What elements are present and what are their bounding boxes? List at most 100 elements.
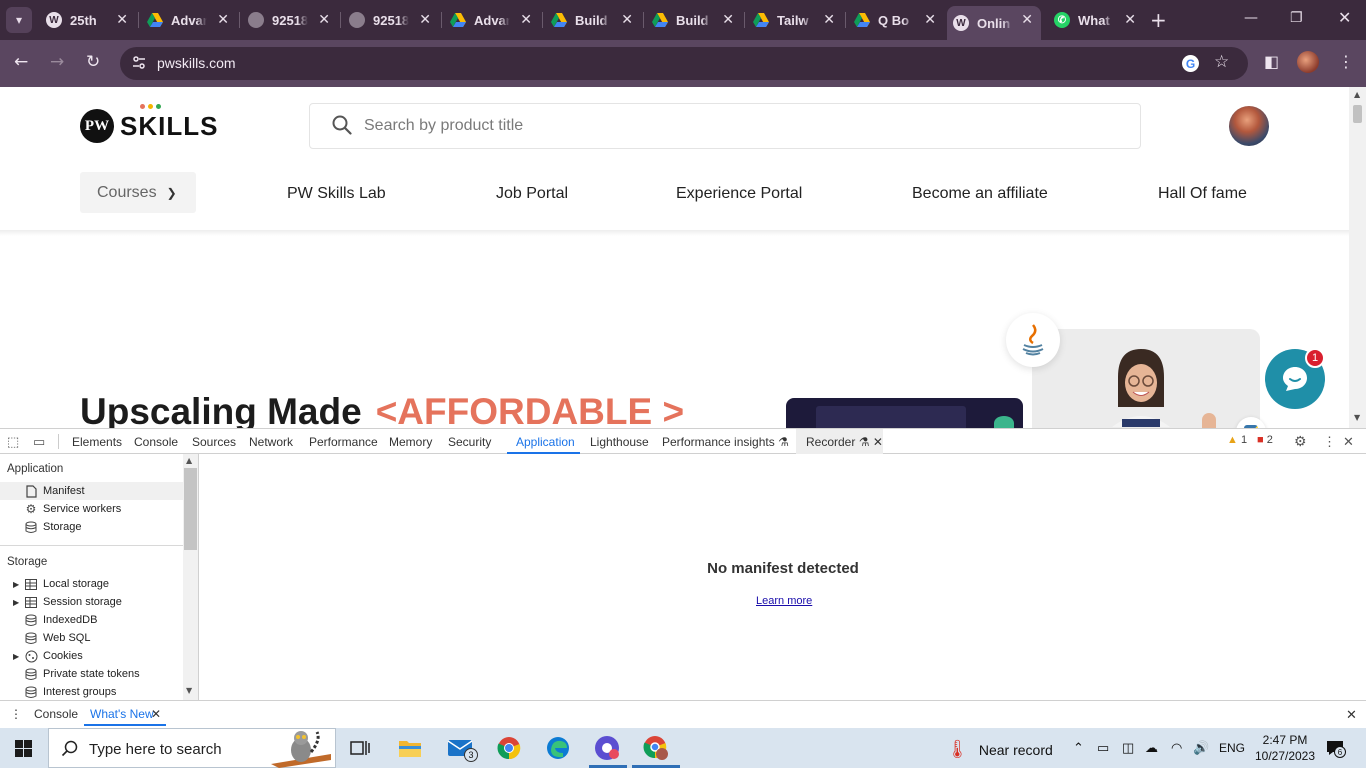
minimize-icon[interactable]: — xyxy=(1244,10,1258,26)
browser-tab-7[interactable]: Build ✕ xyxy=(646,6,742,34)
taskbar-search-box[interactable]: Type here to search xyxy=(48,728,336,768)
close-tab-icon[interactable]: ✕ xyxy=(217,11,229,28)
bookmark-star-icon[interactable]: ☆ xyxy=(1214,52,1229,72)
profile-avatar[interactable] xyxy=(1297,51,1319,73)
browser-tab-6[interactable]: Build ✕ xyxy=(545,6,641,34)
wifi-icon[interactable]: ◠ xyxy=(1171,740,1182,756)
tab-performance-insights[interactable]: Performance insights ⚗ xyxy=(662,435,789,449)
errors-counter[interactable]: ■ 2 xyxy=(1257,434,1273,446)
windows-start-icon[interactable] xyxy=(15,740,32,757)
device-icon[interactable]: ▭ xyxy=(1097,740,1109,756)
sidebar-item-local-storage[interactable]: ▶ Local storage xyxy=(0,575,183,593)
close-tab-icon[interactable]: ✕ xyxy=(520,11,532,28)
forward-icon[interactable]: → xyxy=(50,52,64,72)
tab-lighthouse[interactable]: Lighthouse xyxy=(590,435,649,449)
close-tab-icon[interactable]: ✕ xyxy=(1124,11,1136,28)
tab-sources[interactable]: Sources xyxy=(192,435,236,449)
nav-hall-of-fame[interactable]: Hall Of fame xyxy=(1158,174,1247,214)
close-tab-icon[interactable]: ✕ xyxy=(722,11,734,28)
chrome-profile-app-icon[interactable] xyxy=(593,734,621,762)
warnings-counter[interactable]: ▲ 1 xyxy=(1227,434,1247,446)
drawer-tab-console[interactable]: Console xyxy=(34,707,78,721)
page-scrollbar[interactable]: ▲ ▼ xyxy=(1349,87,1366,428)
close-tab-icon[interactable]: ✕ xyxy=(318,11,330,28)
site-info-icon[interactable] xyxy=(132,55,146,71)
onedrive-cloud-icon[interactable]: ☁ xyxy=(1145,740,1158,756)
sidebar-item-cookies[interactable]: ▶ Cookies xyxy=(0,647,183,665)
close-tab-icon[interactable]: ✕ xyxy=(116,11,128,28)
device-toolbar-icon[interactable]: ▭ xyxy=(33,434,45,450)
close-tab-icon[interactable]: ✕ xyxy=(151,707,161,721)
browser-tab-11[interactable]: ✆ What ✕ xyxy=(1048,6,1144,34)
tab-security[interactable]: Security xyxy=(448,435,491,449)
browser-tab-4[interactable]: 92518 ✕ xyxy=(343,6,439,34)
edge-icon[interactable] xyxy=(544,734,572,762)
meet-now-icon[interactable]: ◫ xyxy=(1122,740,1134,756)
tab-application[interactable]: Application xyxy=(516,435,575,449)
drawer-menu-icon[interactable]: ⋮ xyxy=(10,707,22,721)
close-drawer-icon[interactable]: ✕ xyxy=(1346,707,1357,723)
browser-tab-active[interactable]: W Onlin ✕ xyxy=(947,6,1041,40)
file-explorer-icon[interactable] xyxy=(396,734,424,762)
show-hidden-icons-chevron-icon[interactable]: ⌃ xyxy=(1073,740,1084,756)
close-tab-icon[interactable]: ✕ xyxy=(621,11,633,28)
back-icon[interactable]: ← xyxy=(14,52,28,72)
browser-tab-8[interactable]: Tailw ✕ xyxy=(747,6,843,34)
tab-recorder[interactable]: Recorder ⚗ ✕ xyxy=(806,435,883,449)
mail-icon[interactable]: 3 xyxy=(446,734,478,762)
sidebar-item-storage[interactable]: Storage xyxy=(0,518,183,536)
close-tab-icon[interactable]: ✕ xyxy=(823,11,835,28)
nav-experience-portal[interactable]: Experience Portal xyxy=(676,174,802,214)
expand-arrow-icon[interactable]: ▶ xyxy=(13,580,19,589)
sidebar-item-indexeddb[interactable]: IndexedDB xyxy=(0,611,183,629)
browser-tab-1[interactable]: W 25th ✕ xyxy=(40,6,136,34)
tab-search-button[interactable]: ▾ xyxy=(6,7,32,33)
tab-memory[interactable]: Memory xyxy=(389,435,432,449)
volume-icon[interactable]: 🔊 xyxy=(1193,740,1209,756)
close-tab-icon[interactable]: ✕ xyxy=(419,11,431,28)
close-window-icon[interactable]: ✕ xyxy=(1338,8,1351,27)
sidebar-item-web-sql[interactable]: Web SQL xyxy=(0,629,183,647)
language-indicator[interactable]: ENG xyxy=(1219,741,1245,755)
sidebar-scroll-thumb[interactable] xyxy=(184,468,197,550)
sidebar-item-service-workers[interactable]: ⚙ Service workers xyxy=(0,500,183,518)
nav-job-portal[interactable]: Job Portal xyxy=(496,174,568,214)
restore-icon[interactable]: ❐ xyxy=(1290,10,1303,26)
task-view-icon[interactable] xyxy=(346,734,374,762)
sidebar-scrollbar[interactable]: ▲ ▼ xyxy=(183,454,198,700)
taskbar-clock[interactable]: 2:47 PM 10/27/2023 xyxy=(1249,732,1321,764)
chrome-active-window-icon[interactable] xyxy=(642,734,670,762)
courses-dropdown[interactable]: Courses ❯ xyxy=(80,172,196,213)
sidebar-item-manifest[interactable]: Manifest xyxy=(0,482,183,500)
tab-console[interactable]: Console xyxy=(134,435,178,449)
page-scroll-thumb[interactable] xyxy=(1353,105,1362,123)
chrome-icon[interactable] xyxy=(495,734,523,762)
google-lens-icon[interactable]: G xyxy=(1182,55,1199,72)
drawer-tab-whats-new[interactable]: What's New xyxy=(90,707,154,721)
expand-arrow-icon[interactable]: ▶ xyxy=(13,598,19,607)
close-devtools-icon[interactable]: ✕ xyxy=(1343,434,1354,450)
browser-menu-icon[interactable]: ⋮ xyxy=(1338,52,1354,71)
weather-widget[interactable]: 🌡 Near record xyxy=(946,739,1053,760)
nav-pw-skills-lab[interactable]: PW Skills Lab xyxy=(287,174,386,214)
pw-skills-logo[interactable]: PW SKILLS xyxy=(80,104,218,143)
reload-icon[interactable]: ↻ xyxy=(86,52,100,72)
address-bar[interactable]: pwskills.com G ☆ xyxy=(120,47,1248,80)
browser-tab-9[interactable]: Q Bo ✕ xyxy=(848,6,944,34)
tab-network[interactable]: Network xyxy=(249,435,293,449)
side-panel-icon[interactable]: ◧ xyxy=(1264,52,1279,71)
browser-tab-3[interactable]: 92518 ✕ xyxy=(242,6,338,34)
sidebar-item-private-state-tokens[interactable]: Private state tokens xyxy=(0,665,183,683)
notification-center-icon[interactable]: 6 xyxy=(1325,739,1346,758)
product-search-box[interactable] xyxy=(309,103,1141,149)
close-tab-icon[interactable]: ✕ xyxy=(924,11,936,28)
browser-tab-2[interactable]: Advan ✕ xyxy=(141,6,237,34)
settings-gear-icon[interactable]: ⚙ xyxy=(1294,433,1307,450)
nav-become-affiliate[interactable]: Become an affiliate xyxy=(912,174,1048,214)
sidebar-item-interest-groups[interactable]: Interest groups xyxy=(0,683,183,700)
tab-elements[interactable]: Elements xyxy=(72,435,122,449)
inspect-element-icon[interactable]: ⬚ xyxy=(7,434,19,450)
user-avatar[interactable] xyxy=(1229,106,1269,146)
close-tab-icon[interactable]: ✕ xyxy=(1021,11,1033,28)
sidebar-item-session-storage[interactable]: ▶ Session storage xyxy=(0,593,183,611)
